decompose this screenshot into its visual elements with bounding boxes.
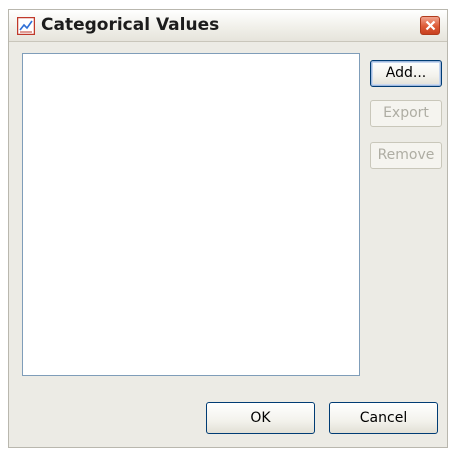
values-list[interactable] [22, 53, 360, 376]
title-bar[interactable]: Categorical Values [9, 10, 447, 42]
export-button[interactable]: Export [370, 100, 442, 127]
dialog-title: Categorical Values [41, 15, 220, 35]
remove-button[interactable]: Remove [370, 142, 442, 169]
ok-button[interactable]: OK [206, 402, 315, 434]
close-icon [425, 20, 436, 31]
dialog-window: Categorical Values Add... Export Remove … [8, 9, 448, 448]
chart-icon [16, 16, 36, 36]
add-button[interactable]: Add... [370, 60, 442, 87]
close-button[interactable] [420, 16, 440, 35]
cancel-button[interactable]: Cancel [329, 402, 438, 434]
